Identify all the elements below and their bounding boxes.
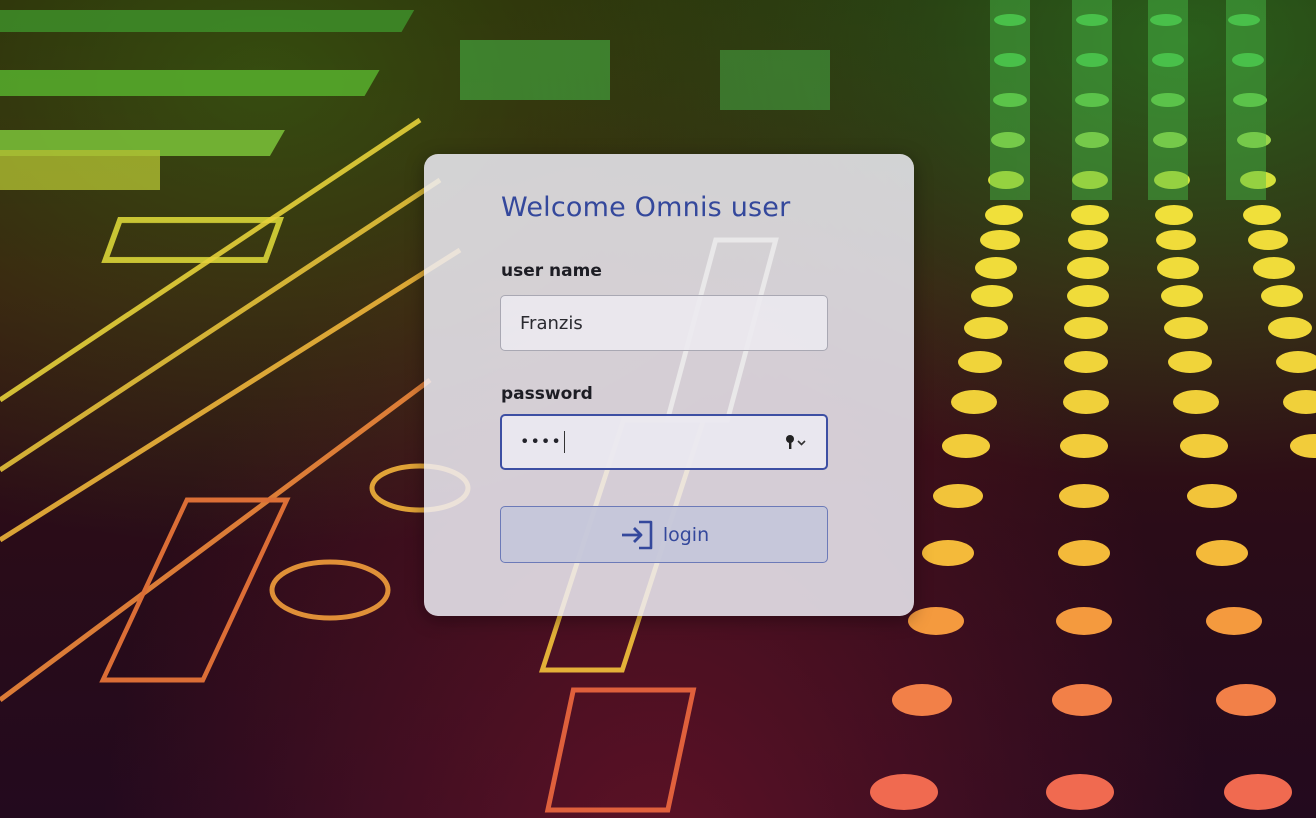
login-arrow-icon xyxy=(621,520,653,549)
login-button[interactable]: login xyxy=(500,506,828,563)
password-field[interactable]: •••• xyxy=(500,414,828,470)
login-dialog: Welcome Omnis user user name password ••… xyxy=(424,154,914,616)
desktop-background: Welcome Omnis user user name password ••… xyxy=(0,0,1316,818)
password-masked-value: •••• xyxy=(520,431,562,451)
password-label: password xyxy=(501,384,593,404)
dialog-title: Welcome Omnis user xyxy=(501,192,791,223)
key-icon[interactable] xyxy=(784,433,808,451)
username-field[interactable] xyxy=(500,295,828,351)
password-input[interactable]: •••• xyxy=(502,431,565,453)
text-caret xyxy=(563,431,565,453)
username-label: user name xyxy=(501,261,602,281)
login-button-label: login xyxy=(662,523,710,546)
username-input[interactable] xyxy=(501,296,780,350)
